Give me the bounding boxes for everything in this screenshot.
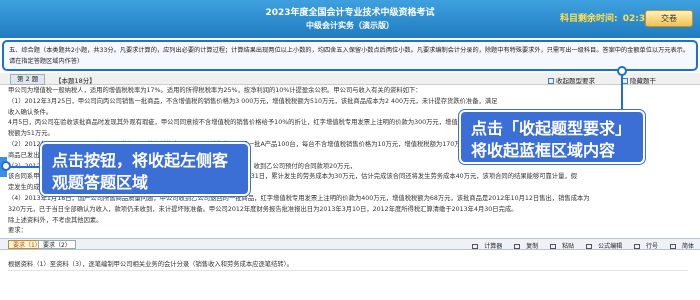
copy-button[interactable]: 复制 <box>509 243 538 250</box>
line-number-button[interactable]: 行号 <box>629 243 658 250</box>
simplified-chinese-label: 简体 <box>681 243 694 250</box>
collapse-requirements-label: 收起题型要求 <box>556 77 595 85</box>
hide-stem-label: 隐藏题干 <box>630 77 656 85</box>
submit-exam-button[interactable]: 交卷 <box>645 10 693 27</box>
callout-collapse-left: 点击按钮，将收起左侧客观题答题区域 <box>40 142 250 196</box>
language-icon <box>669 244 676 249</box>
paste-button[interactable]: 粘贴 <box>545 243 574 250</box>
content-line: 除上述资料外，不考虑其他因素。 <box>8 216 103 224</box>
paste-icon <box>550 244 557 249</box>
paste-label: 粘贴 <box>562 243 575 250</box>
formula-editor-button[interactable]: 公式编辑 <box>581 243 622 250</box>
callout-pin <box>1 161 11 171</box>
hide-stem-button[interactable]: 隐藏题干 <box>622 75 656 85</box>
formula-label: 公式编辑 <box>598 243 623 250</box>
content-line: （1）2012年3月25日，甲公司向丙公司销售一批商品，不含增值税的销售价格为3… <box>8 97 498 105</box>
collapse-icon <box>548 78 554 84</box>
callout-collapse-requirements: 点击「收起题型要求」将收起蓝框区域内容 <box>459 110 645 164</box>
line-number-label: 行号 <box>646 243 659 250</box>
calculator-icon <box>472 244 479 249</box>
copy-icon <box>514 244 521 249</box>
formula-icon <box>586 244 593 249</box>
callout-connector <box>9 166 41 168</box>
calculator-label: 计算器 <box>484 243 503 250</box>
line-number-icon <box>634 244 641 249</box>
answer-toolbar: 要求（1） 要求（2） 计算器 复制 粘贴 公式编辑 行号 简体 <box>0 238 700 250</box>
question-number: 第 2 题 <box>10 74 46 85</box>
timer-label: 科目剩余时间: <box>560 14 618 24</box>
content-line: 甲公司为增值税一般纳税人，适用的增值税税率为17%。适用的所得税税率为25%，按… <box>8 87 422 94</box>
question-score: 【本题18分】 <box>55 77 96 85</box>
simplified-chinese-button[interactable]: 简体 <box>665 243 694 250</box>
content-line: 320万元，已于当日全部确认为收入，款项仍未收到，未计提坏账准备。甲公司2012… <box>8 205 518 213</box>
exam-header: 2023年度全国会计专业技术中级资格考试 中级会计实务（演示版） 科目剩余时间:… <box>0 0 700 38</box>
callout-pin <box>617 66 627 76</box>
tab-requirement-2[interactable]: 要求（2） <box>38 240 76 249</box>
answer-requirement-text: 根据资料（1）至资料（3），逐笔编制甲公司相关业务的会计分录（销售收入和劳务成本… <box>8 261 294 268</box>
content-line: 要求： <box>8 227 27 235</box>
callout-connector <box>621 74 623 111</box>
calculator-button[interactable]: 计算器 <box>467 243 502 250</box>
collapse-requirements-button[interactable]: 收起题型要求 <box>548 75 595 85</box>
divider <box>8 270 688 271</box>
copy-label: 复制 <box>526 243 539 250</box>
question-type-requirements: 五、综合题（本类题共2小题，共33分。凡要求计算的，应列出必要的计算过程；计算结… <box>2 40 698 71</box>
question-header: 第 2 题 【本题18分】 收起题型要求 隐藏题干 <box>0 73 700 85</box>
editor-tools: 计算器 复制 粘贴 公式编辑 行号 简体 <box>462 241 694 250</box>
